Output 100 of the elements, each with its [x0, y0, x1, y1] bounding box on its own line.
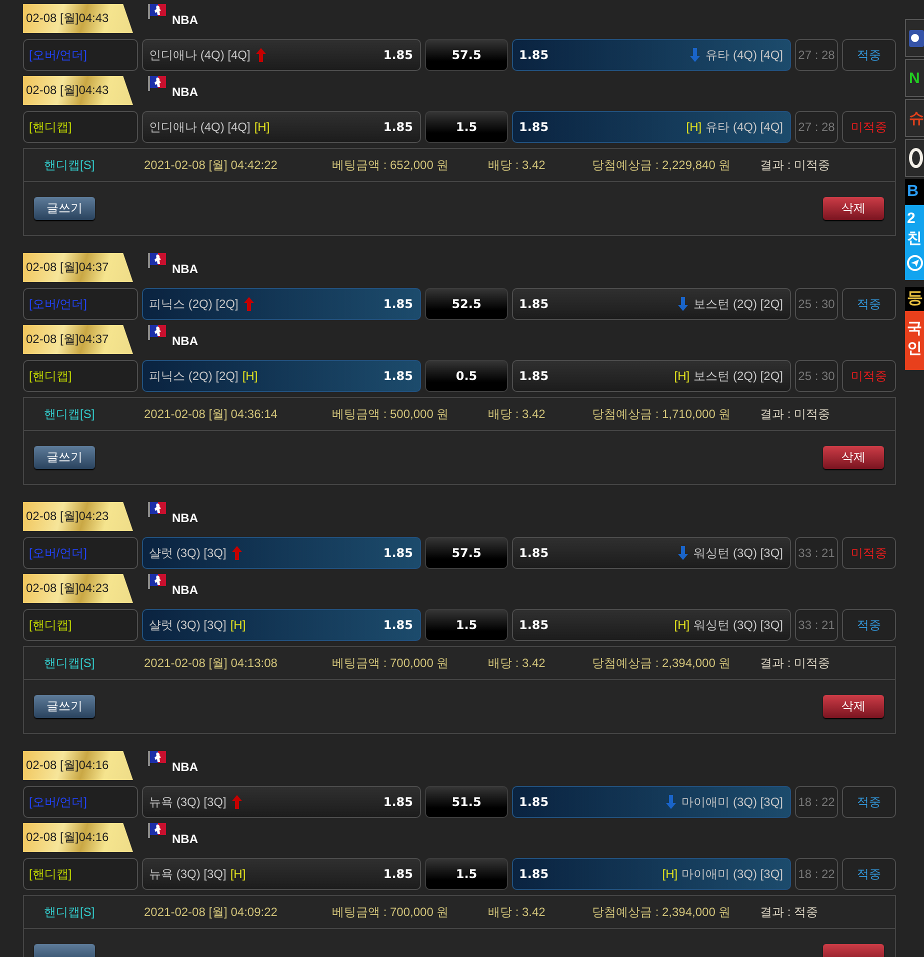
bet-amount: 베팅금액 : 700,000 원 — [332, 654, 450, 672]
write-button[interactable]: 글쓰기 — [34, 197, 95, 220]
odds-value: 1.85 — [519, 546, 549, 560]
flag-icon — [148, 823, 166, 838]
score-cell: 33 : 21 — [795, 609, 838, 641]
write-button[interactable]: 글쓰기 — [34, 695, 95, 718]
bet-time: 2021-02-08 [월] 04:36:14 — [144, 406, 278, 422]
up-arrow-icon — [232, 546, 242, 560]
league-name: NBA — [172, 511, 198, 525]
bet-result: 결과 : 미적중 — [760, 406, 830, 422]
bet-time: 2021-02-08 [월] 04:09:22 — [144, 904, 278, 920]
league-name: NBA — [172, 13, 198, 27]
expected-payout: 당첨예상금 : 2,394,000 원 — [592, 904, 732, 920]
date-badge: 02-08 [월]04:16 — [23, 751, 133, 780]
up-arrow-icon — [244, 297, 254, 311]
ring-icon — [909, 148, 923, 168]
handicap-line-cell: 1.5 — [425, 609, 508, 641]
up-arrow-icon — [256, 48, 266, 62]
paper-plane-icon — [907, 255, 923, 271]
handicap-marker: [H] — [662, 867, 678, 881]
down-arrow-icon — [666, 795, 676, 809]
delete-button[interactable]: 삭제 — [823, 446, 884, 469]
delete-button[interactable]: 삭제 — [823, 695, 884, 718]
score-cell: 25 : 30 — [795, 288, 838, 320]
handicap-line-cell: 57.5 — [425, 39, 508, 71]
bet-amount: 베팅금액 : 652,000 원 — [332, 156, 450, 174]
handicap-line-cell: 1.5 — [425, 111, 508, 143]
bet-type-text: 핸디캡[S] — [44, 156, 96, 174]
odds-value: 1.85 — [383, 120, 413, 134]
team-name: 보스턴 (2Q) [2Q] — [694, 296, 783, 312]
banner-panel[interactable]: 국 인 — [905, 311, 924, 370]
side-banner[interactable]: 슈 — [905, 99, 924, 137]
flag-icon — [148, 751, 166, 766]
handicap-marker: [H] — [686, 120, 702, 134]
bet-odds: 배당 : 3.42 — [488, 406, 546, 422]
bet-type-text: 핸디캡[S] — [44, 654, 96, 672]
bet-type-text: 핸디캡[S] — [44, 904, 96, 920]
result-cell: 미적중 — [842, 537, 896, 569]
write-button[interactable]: 글쓰기 — [34, 446, 95, 469]
down-arrow-icon — [678, 546, 688, 560]
score-cell: 25 : 30 — [795, 360, 838, 392]
flag-icon — [148, 574, 166, 589]
result-cell: 적중 — [842, 609, 896, 641]
result-cell: 적중 — [842, 39, 896, 71]
date-badge: 02-08 [월]04:43 — [23, 76, 133, 105]
bet-odds: 배당 : 3.42 — [488, 156, 546, 174]
odds-value: 1.85 — [383, 48, 413, 62]
team-name: 샬럿 (3Q) [3Q] — [149, 616, 226, 634]
bet-odds: 배당 : 3.42 — [488, 904, 546, 920]
banner-text: 국 — [907, 319, 922, 339]
team-name: 피닉스 (2Q) [2Q] — [149, 368, 238, 384]
up-arrow-icon — [232, 795, 242, 809]
score-cell: 18 : 22 — [795, 786, 838, 818]
team-name: 마이애미 (3Q) [3Q] — [682, 866, 783, 882]
odds-value: 1.85 — [519, 120, 549, 134]
bet-type-cell: [오버/언더] — [23, 786, 138, 818]
delete-button[interactable]: 삭제 — [823, 197, 884, 220]
handicap-marker: [H] — [230, 867, 246, 881]
league-name: NBA — [172, 832, 198, 846]
odds-value: 1.85 — [519, 618, 549, 632]
league-name: NBA — [172, 262, 198, 276]
banner-text: 슈 — [909, 108, 924, 128]
side-banner[interactable] — [905, 139, 924, 177]
league-name: NBA — [172, 583, 198, 597]
banner-text: N — [909, 70, 920, 86]
odds-value: 1.85 — [383, 369, 413, 383]
toggle-icon — [909, 30, 924, 46]
side-banner[interactable]: N — [905, 59, 924, 97]
side-banner[interactable] — [905, 19, 924, 57]
banner-text: 인 — [907, 339, 922, 359]
banner-text: 친 — [907, 229, 922, 249]
bet-amount: 베팅금액 : 700,000 원 — [332, 904, 450, 920]
bet-result: 결과 : 적중 — [760, 904, 818, 920]
banner-title[interactable]: 등 — [905, 287, 924, 311]
score-cell: 27 : 28 — [795, 111, 838, 143]
team-name: 샬럿 (3Q) [3Q] — [149, 544, 226, 562]
handicap-line-cell: 51.5 — [425, 786, 508, 818]
odds-value: 1.85 — [519, 48, 549, 62]
bet-type-cell: [핸디캡] — [23, 609, 138, 641]
team-name: 뉴욕 (3Q) [3Q] — [149, 866, 226, 882]
league-name: NBA — [172, 334, 198, 348]
team-name: 워싱턴 (3Q) [3Q] — [694, 616, 783, 634]
result-cell: 적중 — [842, 858, 896, 890]
bet-type-cell: [핸디캡] — [23, 360, 138, 392]
date-badge: 02-08 [월]04:23 — [23, 574, 133, 603]
odds-value: 1.85 — [519, 867, 549, 881]
expected-payout: 당첨예상금 : 2,229,840 원 — [592, 156, 732, 174]
score-cell: 27 : 28 — [795, 39, 838, 71]
result-cell: 미적중 — [842, 360, 896, 392]
odds-value: 1.85 — [383, 546, 413, 560]
bet-type-cell: [핸디캡] — [23, 858, 138, 890]
odds-value: 1.85 — [383, 297, 413, 311]
team-name: 유타 (4Q) [4Q] — [706, 118, 783, 136]
handicap-marker: [H] — [242, 369, 258, 383]
banner-title[interactable]: B — [905, 179, 924, 205]
handicap-line-cell: 57.5 — [425, 537, 508, 569]
handicap-line-cell: 52.5 — [425, 288, 508, 320]
date-badge: 02-08 [월]04:43 — [23, 4, 133, 33]
flag-icon — [148, 4, 166, 19]
team-name: 뉴욕 (3Q) [3Q] — [149, 794, 226, 810]
